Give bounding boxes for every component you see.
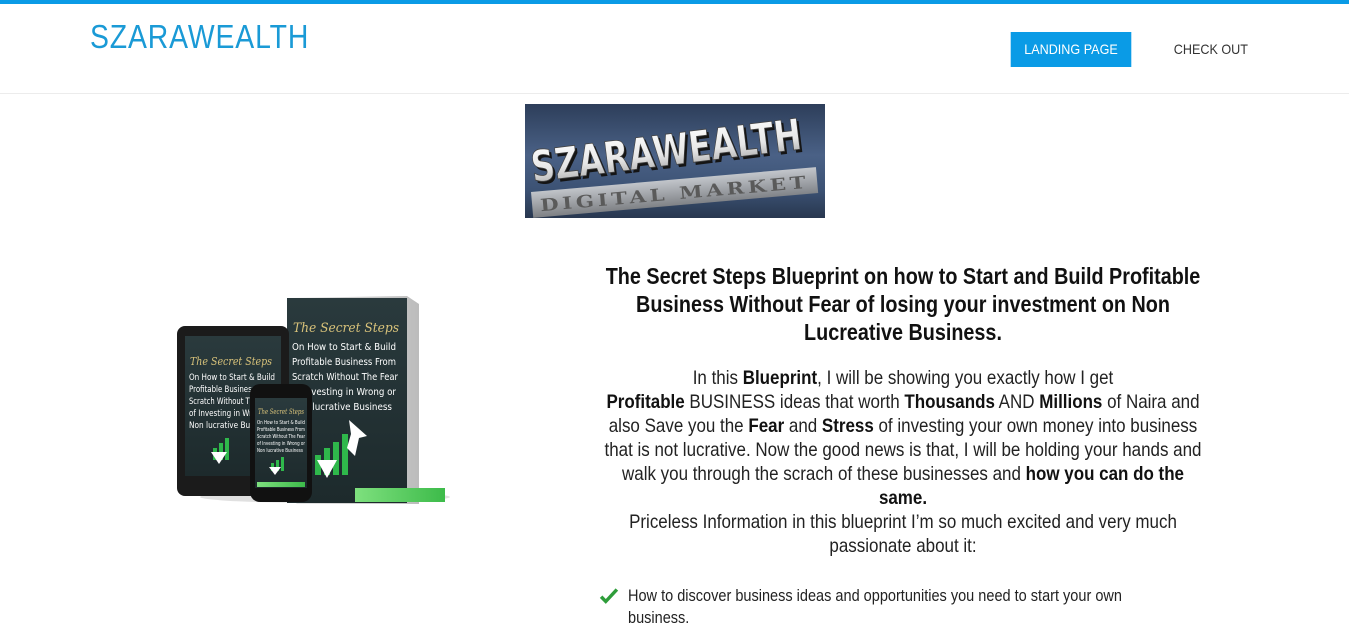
- list-item-text: How to discover business ideas and oppor…: [628, 587, 1122, 625]
- svg-text:Scratch Without The Fear: Scratch Without The Fear: [257, 434, 306, 440]
- main-content: The Secret Steps Blueprint on how to Sta…: [595, 262, 1210, 558]
- nav-landing-page[interactable]: LANDING PAGE: [1010, 32, 1131, 67]
- intro-priceless-text: Priceless Information in this blueprint …: [629, 511, 1177, 557]
- intro-paragraph: In this Blueprint, I will be showing you…: [596, 366, 1210, 558]
- benefit-list: How to discover business ideas and oppor…: [598, 585, 1218, 625]
- brand-banner-image: SZARAWEALTH SZARAWEALTH DIGITAL MARKET: [525, 104, 825, 218]
- book-cover-title: The Secret Steps: [293, 321, 399, 336]
- svg-text:Scratch Without The Fear: Scratch Without The Fear: [292, 372, 399, 383]
- main-nav: LANDING PAGE CHECK OUT: [1004, 32, 1261, 67]
- page-headline: The Secret Steps Blueprint on how to Sta…: [605, 263, 1201, 345]
- svg-text:On How to Start & Build: On How to Start & Build: [257, 420, 305, 426]
- svg-text:Profitable Business From: Profitable Business From: [292, 357, 396, 368]
- intro-text: and: [784, 415, 822, 437]
- product-mockup-image: The Secret Steps On How to Start & Build…: [175, 290, 455, 510]
- svg-text:On How to Start & Build: On How to Start & Build: [189, 373, 275, 383]
- intro-text: AND: [994, 391, 1040, 413]
- intro-bold-thousands: Thousands: [904, 391, 995, 413]
- svg-text:of Investing in Wrong or: of Investing in Wrong or: [257, 441, 306, 447]
- svg-text:On How to Start & Build: On How to Start & Build: [292, 342, 396, 353]
- intro-text: , I will be showing you exactly how I ge…: [817, 367, 1114, 389]
- svg-text:The Secret Steps: The Secret Steps: [258, 407, 304, 416]
- intro-bold-millions: Millions: [1039, 391, 1103, 413]
- site-header: SZARAWEALTH LANDING PAGE CHECK OUT: [0, 4, 1349, 94]
- site-brand-logo[interactable]: SZARAWEALTH: [90, 18, 309, 56]
- svg-text:Non lucrative Business: Non lucrative Business: [257, 448, 303, 454]
- svg-text:The Secret Steps: The Secret Steps: [190, 355, 272, 368]
- svg-text:Profitable Business From: Profitable Business From: [257, 427, 305, 433]
- intro-text: BUSINESS ideas that worth: [684, 391, 905, 413]
- intro-text: In this: [692, 367, 743, 389]
- intro-bold-stress: Stress: [821, 415, 874, 437]
- check-icon: [599, 588, 619, 604]
- intro-bold-blueprint: Blueprint: [742, 367, 818, 389]
- nav-check-out[interactable]: CHECK OUT: [1160, 32, 1261, 67]
- intro-bold-profitable: Profitable: [606, 391, 685, 413]
- list-item: How to discover business ideas and oppor…: [598, 585, 1218, 625]
- intro-bold-fear: Fear: [748, 415, 785, 437]
